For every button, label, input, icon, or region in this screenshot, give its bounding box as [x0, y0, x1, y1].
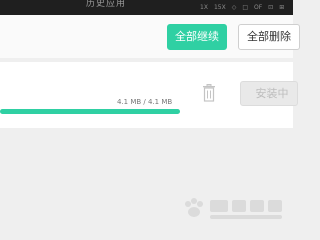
trash-icon[interactable]: [202, 84, 216, 102]
continue-all-button[interactable]: 全部继续: [167, 24, 227, 50]
delete-all-button[interactable]: 全部删除: [238, 24, 300, 50]
top-header-bar: 历史应用 1X 15X ◇ □ OF ⊡ ⊞: [0, 0, 293, 15]
status-icon: ⊡: [268, 4, 274, 11]
status-icon: 1X: [200, 4, 208, 11]
header-title: 历史应用: [86, 0, 127, 9]
status-icon: ⊞: [279, 4, 285, 11]
progress-bar-fill: [0, 109, 180, 114]
baidu-paw-logo-icon: [185, 198, 282, 219]
status-icon: 15X: [213, 4, 226, 11]
progress-bar: [0, 109, 180, 114]
status-icon: ◇: [231, 4, 237, 11]
download-size-text: 4.1 MB / 4.1 MB: [117, 98, 173, 106]
toolbar: 全部继续 全部删除: [0, 15, 300, 58]
status-icons: 1X 15X ◇ □ OF ⊡ ⊞: [200, 3, 284, 13]
status-icon: □: [242, 4, 248, 11]
status-icon: OF: [253, 4, 263, 11]
download-item: 4.1 MB / 4.1 MB 安装中: [0, 62, 298, 128]
installing-button[interactable]: 安装中: [240, 81, 298, 106]
